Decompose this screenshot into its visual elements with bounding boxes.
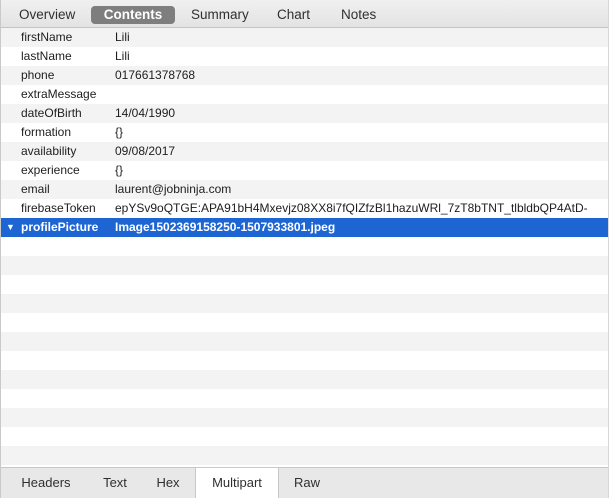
contents-list[interactable]: firstName Lili lastName Lili phone 01766…: [1, 28, 609, 467]
list-item-experience[interactable]: experience {}: [1, 161, 609, 180]
empty-row: [1, 370, 609, 389]
list-item-lastname[interactable]: lastName Lili: [1, 47, 609, 66]
row-key: firebaseToken: [21, 201, 96, 215]
tab-raw[interactable]: Raw: [281, 468, 333, 498]
row-key: lastName: [21, 49, 72, 63]
tab-text[interactable]: Text: [89, 468, 141, 498]
row-value: 09/08/2017: [115, 144, 176, 158]
row-value: epYSv9oQTGE:APA91bH4Mxevjz08XX8i7fQIZfzB…: [115, 201, 588, 215]
tab-contents[interactable]: Contents: [91, 6, 175, 24]
row-key: phone: [21, 68, 55, 82]
top-tab-bar: Overview Contents Summary Chart Notes: [1, 0, 609, 28]
row-key: formation: [21, 125, 72, 139]
list-item-phone[interactable]: phone 017661378768: [1, 66, 609, 85]
row-value: laurent@jobninja.com: [115, 182, 232, 196]
row-value: Lili: [115, 49, 130, 63]
row-value: 017661378768: [115, 68, 196, 82]
row-value: Lili: [115, 30, 130, 44]
row-key: dateOfBirth: [21, 106, 82, 120]
empty-row: [1, 427, 609, 446]
row-value: Image1502369158250-1507933801.jpeg: [115, 220, 336, 234]
list-item-availability[interactable]: availability 09/08/2017: [1, 142, 609, 161]
bottom-tab-bar: Headers Text Hex Multipart Raw: [1, 467, 609, 498]
row-value: 14/04/1990: [115, 106, 176, 120]
empty-row: [1, 408, 609, 427]
empty-row: [1, 446, 609, 465]
row-key: availability: [21, 144, 77, 158]
empty-row: [1, 256, 609, 275]
tab-chart[interactable]: Chart: [277, 6, 310, 24]
row-key: extraMessage: [21, 87, 97, 101]
row-key: email: [21, 182, 50, 196]
empty-row: [1, 332, 609, 351]
row-key: experience: [21, 163, 80, 177]
row-value: {}: [115, 163, 124, 177]
empty-row: [1, 294, 609, 313]
disclosure-triangle-icon[interactable]: ▼: [6, 218, 15, 237]
row-value: {}: [115, 125, 124, 139]
empty-row: [1, 351, 609, 370]
row-key: firstName: [21, 30, 73, 44]
tab-headers[interactable]: Headers: [11, 468, 81, 498]
list-item-extramessage[interactable]: extraMessage: [1, 85, 609, 104]
row-key: profilePicture: [21, 220, 99, 234]
tab-overview[interactable]: Overview: [19, 6, 75, 24]
tab-hex[interactable]: Hex: [146, 468, 190, 498]
list-item-firebasetoken[interactable]: firebaseToken epYSv9oQTGE:APA91bH4Mxevjz…: [1, 199, 609, 218]
list-item-email[interactable]: email laurent@jobninja.com: [1, 180, 609, 199]
tab-summary[interactable]: Summary: [191, 6, 249, 24]
app-window: Overview Contents Summary Chart Notes fi…: [0, 0, 609, 498]
tab-notes[interactable]: Notes: [341, 6, 376, 24]
list-item-dateofbirth[interactable]: dateOfBirth 14/04/1990: [1, 104, 609, 123]
list-item-formation[interactable]: formation {}: [1, 123, 609, 142]
list-item-firstname[interactable]: firstName Lili: [1, 28, 609, 47]
empty-row: [1, 275, 609, 294]
list-item-profilepicture[interactable]: ▼ profilePicture Image1502369158250-1507…: [1, 218, 609, 237]
empty-row: [1, 237, 609, 256]
empty-row: [1, 313, 609, 332]
tab-multipart[interactable]: Multipart: [195, 468, 279, 498]
empty-row: [1, 389, 609, 408]
